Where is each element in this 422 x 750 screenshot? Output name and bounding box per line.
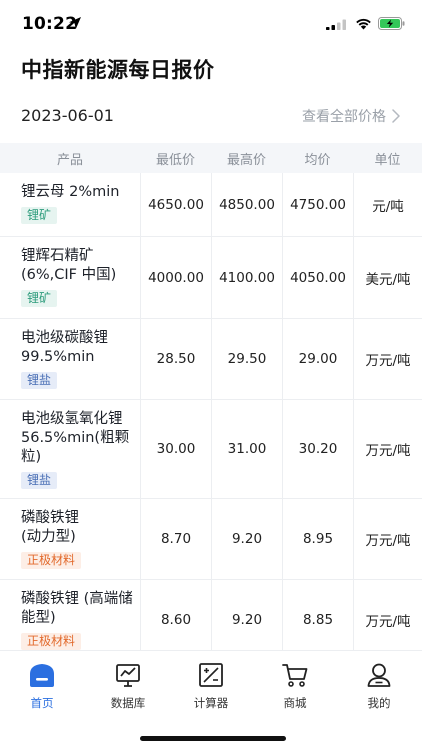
tab-profile[interactable]: 我的 xyxy=(337,661,421,711)
high-price: 4850.00 xyxy=(211,173,282,236)
page-title: 中指新能源每日报价 xyxy=(21,58,215,82)
tab-label: 商城 xyxy=(283,696,307,710)
location-arrow-icon xyxy=(69,17,81,29)
low-price: 30.00 xyxy=(140,400,211,498)
bottom-tab-bar: 首页 数据库 计算器 商城 我的 xyxy=(0,650,422,750)
table-row[interactable]: 锂云母 2%min 锂矿 4650.00 4850.00 4750.00 元/吨 xyxy=(0,173,422,237)
unit: 万元/吨 xyxy=(353,400,422,498)
unit: 美元/吨 xyxy=(353,237,422,318)
home-icon xyxy=(30,664,54,687)
avg-price: 4050.00 xyxy=(282,237,353,318)
avg-price: 8.85 xyxy=(282,580,353,659)
high-price: 9.20 xyxy=(211,580,282,659)
tab-database[interactable]: 数据库 xyxy=(86,661,170,711)
tab-home[interactable]: 首页 xyxy=(0,661,84,711)
tab-label: 数据库 xyxy=(110,696,146,710)
category-tag: 锂矿 xyxy=(21,290,58,307)
table-row[interactable]: 电池级碳酸锂 99.5%min 锂盐 28.50 29.50 29.00 万元/… xyxy=(0,319,422,400)
battery-charging-icon xyxy=(378,17,405,30)
avg-price: 8.95 xyxy=(282,499,353,579)
category-tag: 正极材料 xyxy=(21,633,82,650)
low-price: 4650.00 xyxy=(140,173,211,236)
product-cell: 磷酸铁锂 (高端储 能型) 正极材料 xyxy=(0,580,140,659)
product-name: 磷酸铁锂 (动力型) xyxy=(21,510,79,545)
status-bar: 10:22 xyxy=(0,0,422,48)
report-date: 2023-06-01 xyxy=(21,106,114,125)
product-name: 电池级氢氧化锂 56.5%min(粗颗 粒) xyxy=(21,411,130,465)
avg-price: 29.00 xyxy=(282,319,353,399)
tab-calculator[interactable]: 计算器 xyxy=(169,661,253,711)
tab-mall[interactable]: 商城 xyxy=(253,661,337,711)
product-cell: 电池级碳酸锂 99.5%min 锂盐 xyxy=(0,319,140,399)
product-cell: 锂辉石精矿 (6%,CIF 中国) 锂矿 xyxy=(0,237,140,318)
low-price: 8.60 xyxy=(140,580,211,659)
price-table: 产品 最低价 最高价 均价 单位 锂云母 2%min 锂矿 4650.00 48… xyxy=(0,143,422,660)
low-price: 8.70 xyxy=(140,499,211,579)
category-tag: 锂盐 xyxy=(21,372,58,389)
table-row[interactable]: 磷酸铁锂 (高端储 能型) 正极材料 8.60 9.20 8.85 万元/吨 xyxy=(0,580,422,660)
product-name: 磷酸铁锂 (高端储 能型) xyxy=(21,591,133,626)
high-price: 9.20 xyxy=(211,499,282,579)
view-all-label: 查看全部价格 xyxy=(302,109,386,125)
high-price: 29.50 xyxy=(211,319,282,399)
product-cell: 电池级氢氧化锂 56.5%min(粗颗 粒) 锂盐 xyxy=(0,400,140,498)
unit: 元/吨 xyxy=(353,173,422,236)
category-tag: 锂矿 xyxy=(21,207,58,224)
product-cell: 磷酸铁锂 (动力型) 正极材料 xyxy=(0,499,140,579)
product-name: 锂辉石精矿 (6%,CIF 中国) xyxy=(21,248,117,283)
category-tag: 锂盐 xyxy=(21,472,58,489)
avg-price: 4750.00 xyxy=(282,173,353,236)
tab-label: 计算器 xyxy=(193,696,229,710)
cellular-signal-icon xyxy=(326,19,346,30)
unit: 万元/吨 xyxy=(353,580,422,659)
high-price: 31.00 xyxy=(211,400,282,498)
calculator-icon xyxy=(199,663,223,687)
unit: 万元/吨 xyxy=(353,319,422,399)
col-header-high: 最高价 xyxy=(226,152,266,168)
category-tag: 正极材料 xyxy=(21,552,82,569)
view-all-prices-link[interactable]: 查看全部价格 xyxy=(302,106,400,126)
product-name: 锂云母 2%min xyxy=(21,184,120,200)
table-row[interactable]: 锂辉石精矿 (6%,CIF 中国) 锂矿 4000.00 4100.00 405… xyxy=(0,237,422,319)
col-header-product: 产品 xyxy=(56,152,83,168)
table-row[interactable]: 电池级氢氧化锂 56.5%min(粗颗 粒) 锂盐 30.00 31.00 30… xyxy=(0,400,422,499)
tab-label: 首页 xyxy=(30,696,54,710)
wifi-icon xyxy=(356,18,371,30)
home-indicator xyxy=(140,736,286,741)
low-price: 28.50 xyxy=(140,319,211,399)
low-price: 4000.00 xyxy=(140,237,211,318)
unit: 万元/吨 xyxy=(353,499,422,579)
product-cell: 锂云母 2%min 锂矿 xyxy=(0,173,140,236)
col-header-unit: 单位 xyxy=(374,152,401,168)
chevron-right-icon xyxy=(392,109,400,123)
tab-label: 我的 xyxy=(367,696,391,710)
database-chart-icon xyxy=(116,664,140,687)
avg-price: 30.20 xyxy=(282,400,353,498)
product-name: 电池级碳酸锂 99.5%min xyxy=(21,330,108,365)
col-header-low: 最低价 xyxy=(155,152,195,168)
high-price: 4100.00 xyxy=(211,237,282,318)
shopping-cart-icon xyxy=(282,664,308,687)
table-header: 产品 最低价 最高价 均价 单位 xyxy=(0,143,422,173)
user-icon xyxy=(367,663,391,687)
table-row[interactable]: 磷酸铁锂 (动力型) 正极材料 8.70 9.20 8.95 万元/吨 xyxy=(0,499,422,580)
col-header-avg: 均价 xyxy=(304,152,331,168)
date-row: 2023-06-01 查看全部价格 xyxy=(0,100,422,134)
